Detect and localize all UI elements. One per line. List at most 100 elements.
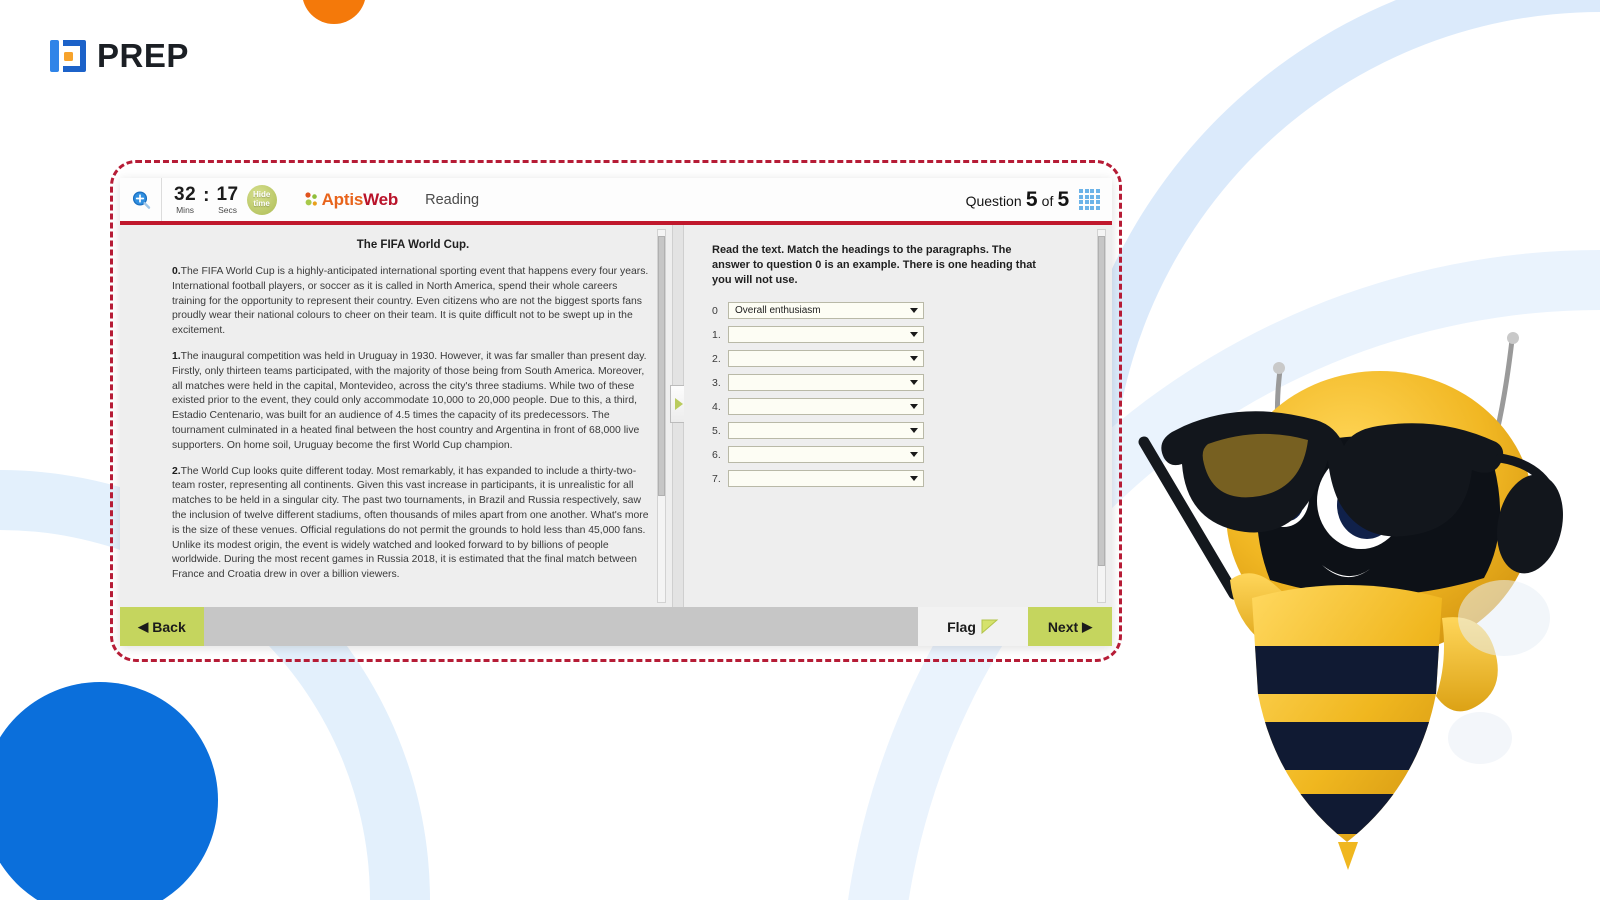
heading-dropdown-5[interactable] bbox=[728, 422, 924, 439]
answer-row-number: 5. bbox=[712, 424, 721, 437]
question-counter: Question 5 of 5 bbox=[966, 188, 1112, 212]
aptisweb-logo: AptisWeb bbox=[304, 190, 399, 210]
magnifier-plus-icon bbox=[132, 190, 150, 209]
blue-circle-bottom-left bbox=[0, 682, 218, 900]
heading-dropdown-0[interactable]: Overall enthusiasm bbox=[728, 302, 924, 319]
back-button[interactable]: ◀ Back bbox=[120, 607, 204, 646]
heading-dropdown-1[interactable] bbox=[728, 326, 924, 343]
question-counter-prefix: Question bbox=[965, 192, 1022, 209]
passage-paragraph: 0.The FIFA World Cup is a highly-anticip… bbox=[172, 265, 654, 339]
hide-time-button[interactable]: Hide time bbox=[246, 184, 277, 215]
aptis-test-window: 32 Mins : 17 Secs Hide time AptisWeb Rea… bbox=[120, 178, 1112, 646]
flag-button-label: Flag bbox=[947, 618, 976, 635]
answer-row: 4. bbox=[712, 398, 1084, 415]
answer-row-number: 6. bbox=[712, 448, 721, 461]
question-counter-middle: of bbox=[1041, 192, 1054, 209]
answer-row: 5. bbox=[712, 422, 1084, 439]
timer-seconds-value: 17 bbox=[216, 183, 239, 205]
timer-seconds-label: Secs bbox=[218, 204, 237, 215]
paragraph-number: 0. bbox=[172, 266, 181, 277]
timer-seconds: 17 Secs bbox=[216, 185, 238, 215]
app-body: The FIFA World Cup. 0.The FIFA World Cup… bbox=[120, 225, 1112, 607]
answer-row: 1. bbox=[712, 326, 1084, 343]
task-scrollbar[interactable] bbox=[1097, 229, 1106, 603]
chevron-down-icon bbox=[910, 380, 918, 385]
paragraph-number: 2. bbox=[172, 465, 181, 477]
passage-pane: The FIFA World Cup. 0.The FIFA World Cup… bbox=[120, 225, 672, 607]
chevron-down-icon bbox=[910, 356, 918, 361]
timer-colon: : bbox=[203, 185, 210, 206]
bee-stripes bbox=[1252, 646, 1442, 834]
web-part: Web bbox=[363, 189, 399, 209]
heading-dropdown-value: Overall enthusiasm bbox=[735, 305, 821, 316]
passage-paragraph: 2.The World Cup looks quite different to… bbox=[172, 465, 654, 583]
question-counter-text: Question 5 of 5 bbox=[966, 188, 1070, 212]
next-chevron-icon: ▶ bbox=[1082, 618, 1093, 634]
chevron-down-icon bbox=[910, 452, 918, 457]
app-header: 32 Mins : 17 Secs Hide time AptisWeb Rea… bbox=[120, 178, 1112, 225]
hide-time-line2: time bbox=[253, 198, 270, 208]
paragraph-text: The World Cup looks quite different toda… bbox=[172, 465, 649, 581]
scrollbar-thumb[interactable] bbox=[1098, 236, 1105, 566]
prep-square-icon bbox=[48, 36, 88, 76]
chevron-down-icon bbox=[910, 476, 918, 481]
aptis-dots-icon bbox=[305, 191, 317, 206]
bee-mascot-illustration bbox=[1138, 332, 1563, 870]
passage-paragraph: 1.The inaugural competition was held in … bbox=[172, 350, 654, 454]
question-grid-icon[interactable] bbox=[1079, 189, 1100, 210]
passage-scrollbar[interactable] bbox=[657, 229, 666, 603]
answer-row-number: 1. bbox=[712, 328, 721, 341]
zoom-in-button[interactable] bbox=[120, 178, 162, 221]
paragraph-text: The FIFA World Cup is a highly-anticipat… bbox=[172, 266, 649, 337]
heading-dropdown-6[interactable] bbox=[728, 446, 924, 463]
task-instructions: Read the text. Match the headings to the… bbox=[712, 244, 1036, 286]
back-button-label: Back bbox=[152, 618, 186, 635]
app-footer: ◀ Back Flag Next ▶ bbox=[120, 607, 1112, 646]
next-button-label: Next bbox=[1047, 618, 1079, 635]
answer-row-number: 2. bbox=[712, 352, 721, 365]
paragraph-number: 1. bbox=[172, 350, 181, 362]
answer-row-number: 3. bbox=[712, 376, 721, 389]
orange-circle-top bbox=[303, 0, 365, 24]
footer-spacer bbox=[204, 607, 918, 646]
bee-mascot bbox=[1112, 318, 1582, 878]
answer-row: 6. bbox=[712, 446, 1084, 463]
paragraph-text: The inaugural competition was held in Ur… bbox=[172, 350, 647, 451]
bee-stinger bbox=[1338, 842, 1358, 870]
timer-minutes-label: Mins bbox=[176, 204, 195, 215]
task-pane: Read the text. Match the headings to the… bbox=[684, 225, 1112, 607]
section-title: Reading bbox=[425, 191, 480, 208]
pane-splitter bbox=[670, 225, 688, 607]
chevron-down-icon bbox=[910, 308, 918, 313]
chevron-down-icon bbox=[910, 332, 918, 337]
aptis-part: Aptis bbox=[321, 189, 364, 209]
chevron-down-icon bbox=[910, 428, 918, 433]
heading-dropdown-4[interactable] bbox=[728, 398, 924, 415]
heading-dropdown-3[interactable] bbox=[728, 374, 924, 391]
collapse-pane-arrow-icon bbox=[675, 398, 683, 410]
chevron-down-icon bbox=[910, 404, 918, 409]
question-counter-current: 5 bbox=[1025, 187, 1038, 211]
next-button[interactable]: Next ▶ bbox=[1028, 607, 1112, 646]
heading-dropdown-7[interactable] bbox=[728, 470, 924, 487]
scrollbar-thumb[interactable] bbox=[658, 236, 665, 496]
timer-minutes-value: 32 bbox=[174, 183, 197, 205]
timer-minutes: 32 Mins bbox=[174, 185, 196, 215]
answer-row-number: 7. bbox=[712, 472, 721, 485]
flag-pennant-icon bbox=[981, 619, 999, 634]
answer-row-number: 4. bbox=[712, 400, 721, 413]
question-counter-total: 5 bbox=[1057, 187, 1070, 211]
aptisweb-wordmark: AptisWeb bbox=[322, 190, 399, 210]
prep-logo[interactable]: PREP bbox=[48, 36, 189, 76]
back-chevron-icon: ◀ bbox=[138, 618, 149, 634]
prep-logo-text: PREP bbox=[97, 37, 189, 74]
flag-button[interactable]: Flag bbox=[918, 607, 1028, 646]
answer-row: 2. bbox=[712, 350, 1084, 367]
timer: 32 Mins : 17 Secs Hide time bbox=[162, 184, 286, 215]
answer-row: 3. bbox=[712, 374, 1084, 391]
heading-dropdown-2[interactable] bbox=[728, 350, 924, 367]
answer-row: 7. bbox=[712, 470, 1084, 487]
passage-title: The FIFA World Cup. bbox=[356, 239, 470, 251]
answer-row: 0 Overall enthusiasm bbox=[712, 302, 1084, 319]
answer-row-number: 0 bbox=[712, 304, 718, 317]
